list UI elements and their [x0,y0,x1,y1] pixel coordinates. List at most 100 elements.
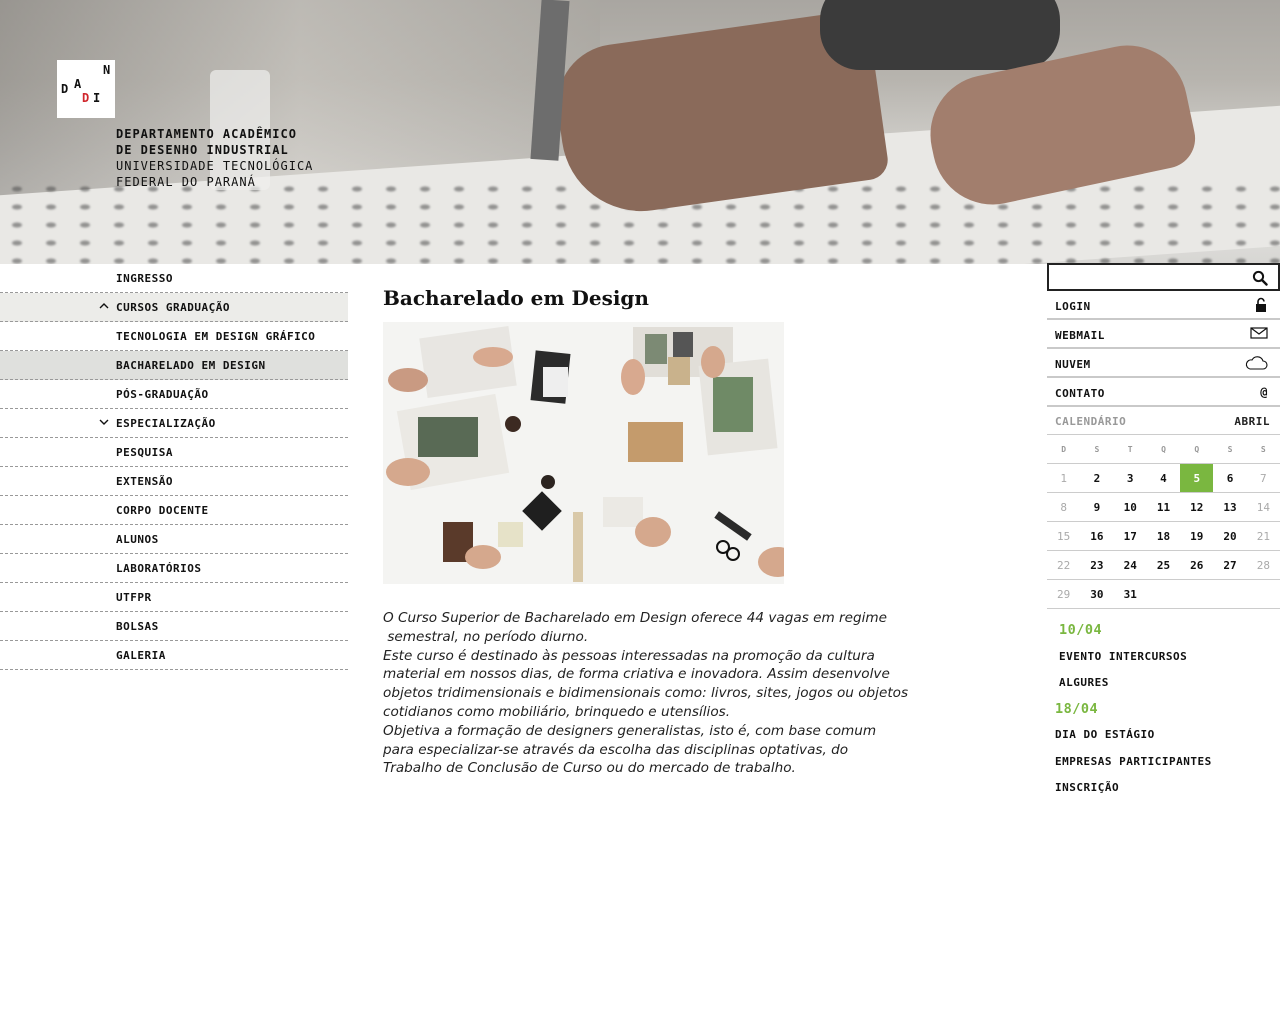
calendar-day[interactable]: 25 [1146,550,1181,580]
calendar-day[interactable]: 10 [1113,492,1147,522]
course-photo-illustration [383,322,784,584]
weekday-header: S [1246,434,1280,464]
nav-item-utfpr[interactable]: UTFPR [0,583,348,612]
login-label: LOGIN [1055,300,1091,313]
calendar-day[interactable]: 3 [1113,463,1147,493]
nav-item-bolsas[interactable]: BOLSAS [0,612,348,641]
at-icon: @ [1260,385,1268,399]
nuvem-label: NUVEM [1055,358,1091,371]
nav-item-galeria[interactable]: GALERIA [0,641,348,670]
logo-letter-a: A [74,77,82,91]
calendar-day[interactable]: 30 [1080,579,1114,609]
nav-item-cursos-graduacao[interactable]: CURSOS GRADUAÇÃO [0,293,348,322]
dept-line-1: DEPARTAMENTO ACADÊMICO [116,127,297,141]
calendar-day[interactable]: 27 [1213,550,1247,580]
event-detail[interactable]: EMPRESAS PARTICIPANTES [1055,755,1212,768]
contato-label: CONTATO [1055,387,1105,400]
nav-item-pos-graduacao[interactable]: PÓS-GRADUAÇÃO [0,380,348,409]
nav-item-corpo-docente[interactable]: CORPO DOCENTE [0,496,348,525]
event-title[interactable]: DIA DO ESTÁGIO [1055,728,1155,741]
calendar-day[interactable]: 22 [1047,550,1081,580]
nav-item-label: LABORATÓRIOS [116,562,202,575]
description-line: Trabalho de Conclusão de Curso ou do mer… [383,760,796,777]
description-line: Este curso é destinado às pessoas intere… [383,647,875,664]
weekday-header: S [1080,434,1114,464]
calendar-day[interactable]: 23 [1080,550,1114,580]
nav-item-label: BACHARELADO EM DESIGN [116,359,266,372]
chevron-down-icon [99,419,109,425]
calendar-day[interactable]: 18 [1146,521,1181,551]
weekday-header: Q [1180,434,1214,464]
event-location: ALGURES [1059,676,1109,689]
dept-line-2: DE DESENHO INDUSTRIAL [116,143,289,157]
logo[interactable]: N D A D I [57,60,115,118]
nuvem-link[interactable]: NUVEM [1047,349,1280,378]
description-line: Objetiva a formação de designers general… [383,722,877,739]
cloud-icon [1245,356,1268,370]
calendar-day[interactable]: 4 [1146,463,1181,493]
nav-item-label: INGRESSO [116,272,173,285]
events-list: 10/04 EVENTO INTERCURSOS ALGURES 18/04 D… [1047,609,1280,809]
nav-item-label: ESPECIALIZAÇÃO [116,417,216,430]
login-link[interactable]: LOGIN [1047,291,1280,320]
calendar-day[interactable]: 26 [1180,550,1214,580]
calendar-day[interactable]: 2 [1080,463,1114,493]
page-title: Bacharelado em Design [383,286,649,310]
calendar-day[interactable]: 20 [1213,521,1247,551]
nav-item-ingresso[interactable]: INGRESSO [0,264,348,293]
webmail-link[interactable]: WEBMAIL [1047,320,1280,349]
calendar-day[interactable]: 11 [1146,492,1181,522]
nav-item-especializacao[interactable]: ESPECIALIZAÇÃO [0,409,348,438]
nav-item-extensao[interactable]: EXTENSÃO [0,467,348,496]
calendar-day-today[interactable]: 5 [1180,463,1214,493]
calendar-day[interactable]: 15 [1047,521,1081,551]
search-icon[interactable] [1252,270,1268,286]
logo-letter-i: I [93,91,101,105]
nav-item-label: UTFPR [116,591,152,604]
calendar-day[interactable]: 19 [1180,521,1214,551]
calendar-day[interactable]: 29 [1047,579,1081,609]
course-photo [383,322,784,584]
left-navigation: INGRESSO CURSOS GRADUAÇÃO TECNOLOGIA EM … [0,264,348,670]
calendar-day[interactable]: 13 [1213,492,1247,522]
weekday-header: T [1113,434,1147,464]
calendar-day[interactable]: 7 [1246,463,1280,493]
calendar-day[interactable]: 21 [1246,521,1280,551]
nav-item-label: GALERIA [116,649,166,662]
contato-link[interactable]: CONTATO @ [1047,378,1280,407]
nav-item-label: ALUNOS [116,533,159,546]
calendar-day[interactable]: 28 [1246,550,1280,580]
chevron-up-icon [99,303,109,309]
event-date: 18/04 [1055,701,1099,717]
calendar-day[interactable]: 8 [1047,492,1081,522]
nav-item-label: TECNOLOGIA EM DESIGN GRÁFICO [116,330,316,343]
calendar-day[interactable]: 6 [1213,463,1247,493]
nav-item-alunos[interactable]: ALUNOS [0,525,348,554]
weekday-header: D [1047,434,1081,464]
calendar-day[interactable]: 12 [1180,492,1214,522]
description-line: material em nossos dias, de forma criati… [383,666,890,683]
nav-item-tecnologia-design-grafico[interactable]: TECNOLOGIA EM DESIGN GRÁFICO [0,322,348,351]
calendar-day[interactable]: 16 [1080,521,1114,551]
calendar-day-empty [1213,579,1247,609]
event-detail[interactable]: INSCRIÇÃO [1055,781,1119,794]
calendar-day[interactable]: 24 [1113,550,1147,580]
nav-item-label: EXTENSÃO [116,475,173,488]
course-description: O Curso Superior de Bacharelado em Desig… [383,609,923,778]
logo-letter-n: N [103,63,111,77]
nav-item-laboratorios[interactable]: LABORATÓRIOS [0,554,348,583]
calendar-day[interactable]: 17 [1113,521,1147,551]
event-date: 10/04 [1059,622,1103,638]
search-input[interactable] [1053,268,1237,288]
calendar-day[interactable]: 14 [1246,492,1280,522]
description-line: semestral, no período diurno. [383,628,589,645]
calendar-day[interactable]: 31 [1113,579,1147,609]
nav-item-bacharelado-design[interactable]: BACHARELADO EM DESIGN [0,351,348,380]
nav-item-label: CURSOS GRADUAÇÃO [116,301,230,314]
calendar-day[interactable]: 9 [1080,492,1114,522]
nav-item-label: BOLSAS [116,620,159,633]
event-title[interactable]: EVENTO INTERCURSOS [1059,650,1187,663]
calendar-day[interactable]: 1 [1047,463,1081,493]
nav-item-pesquisa[interactable]: PESQUISA [0,438,348,467]
calendar-month[interactable]: ABRIL [1234,415,1270,428]
